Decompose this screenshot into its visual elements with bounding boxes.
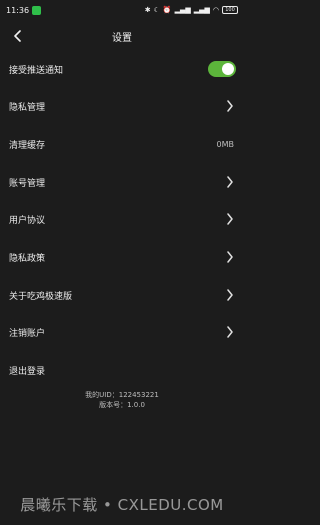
chevron-right-icon <box>224 325 236 339</box>
chevron-right-icon <box>224 99 236 113</box>
bluetooth-icon: ✱ <box>144 6 151 14</box>
push-toggle[interactable] <box>208 61 236 77</box>
chevron-right-icon <box>224 212 236 226</box>
back-button[interactable] <box>8 26 28 46</box>
settings-row-push: 接受推送通知 <box>0 56 244 82</box>
battery-icon: 100 <box>222 6 238 14</box>
push-label: 接受推送通知 <box>9 65 64 76</box>
version-text: 版本号：1.0.0 <box>99 401 145 409</box>
settings-row-about[interactable]: 关于吃鸡极速版 <box>0 282 244 308</box>
chevron-right-icon <box>224 175 236 189</box>
chevron-right-icon <box>224 250 236 264</box>
header: 设置 <box>0 24 244 48</box>
wifi-icon: ◠ <box>212 6 219 14</box>
toggle-knob <box>222 63 234 75</box>
logout-button[interactable]: 退出登录 <box>0 357 244 383</box>
privacy-policy-label: 隐私政策 <box>9 253 46 264</box>
clear-cache-label: 清理缓存 <box>9 140 46 151</box>
uid-text: 我的UID：122453221 <box>85 391 159 399</box>
settings-row-account-management[interactable]: 账号管理 <box>0 169 244 195</box>
user-agreement-label: 用户协议 <box>9 215 46 226</box>
footer-info: 我的UID：122453221 版本号：1.0.0 <box>0 390 244 410</box>
settings-row-privacy-management[interactable]: 隐私管理 <box>0 93 244 119</box>
wechat-notification-icon <box>32 5 42 15</box>
settings-row-privacy-policy[interactable]: 隐私政策 <box>0 244 244 270</box>
status-right: ✱ ☾ ⏰ ▂▄▆ ▂▄▆ ◠ 100 <box>145 6 238 14</box>
status-bar: 11:36 ✱ ☾ ⏰ ▂▄▆ ▂▄▆ ◠ 100 <box>0 0 244 20</box>
signal-icon: ▂▄▆ <box>174 6 191 14</box>
status-time: 11:36 <box>6 5 30 15</box>
about-label: 关于吃鸡极速版 <box>9 291 73 302</box>
do-not-disturb-icon: ☾ <box>153 6 160 14</box>
page-title: 设置 <box>112 32 132 44</box>
alarm-icon: ⏰ <box>162 6 172 14</box>
watermark: 晨曦乐下载 • CXLEDU.COM <box>20 495 224 514</box>
chevron-right-icon <box>224 288 236 302</box>
privacy-management-label: 隐私管理 <box>9 102 46 113</box>
signal-icon-2: ▂▄▆ <box>193 6 210 14</box>
settings-row-cancel-account[interactable]: 注销账户 <box>0 319 244 345</box>
status-left: 11:36 <box>6 5 42 15</box>
logout-label: 退出登录 <box>9 366 46 377</box>
chevron-left-icon <box>14 30 21 42</box>
settings-row-clear-cache[interactable]: 清理缓存 0MB <box>0 131 244 157</box>
settings-row-user-agreement[interactable]: 用户协议 <box>0 206 244 232</box>
cache-size-value: 0MB <box>216 139 234 149</box>
account-management-label: 账号管理 <box>9 178 46 189</box>
cancel-account-label: 注销账户 <box>9 328 46 339</box>
